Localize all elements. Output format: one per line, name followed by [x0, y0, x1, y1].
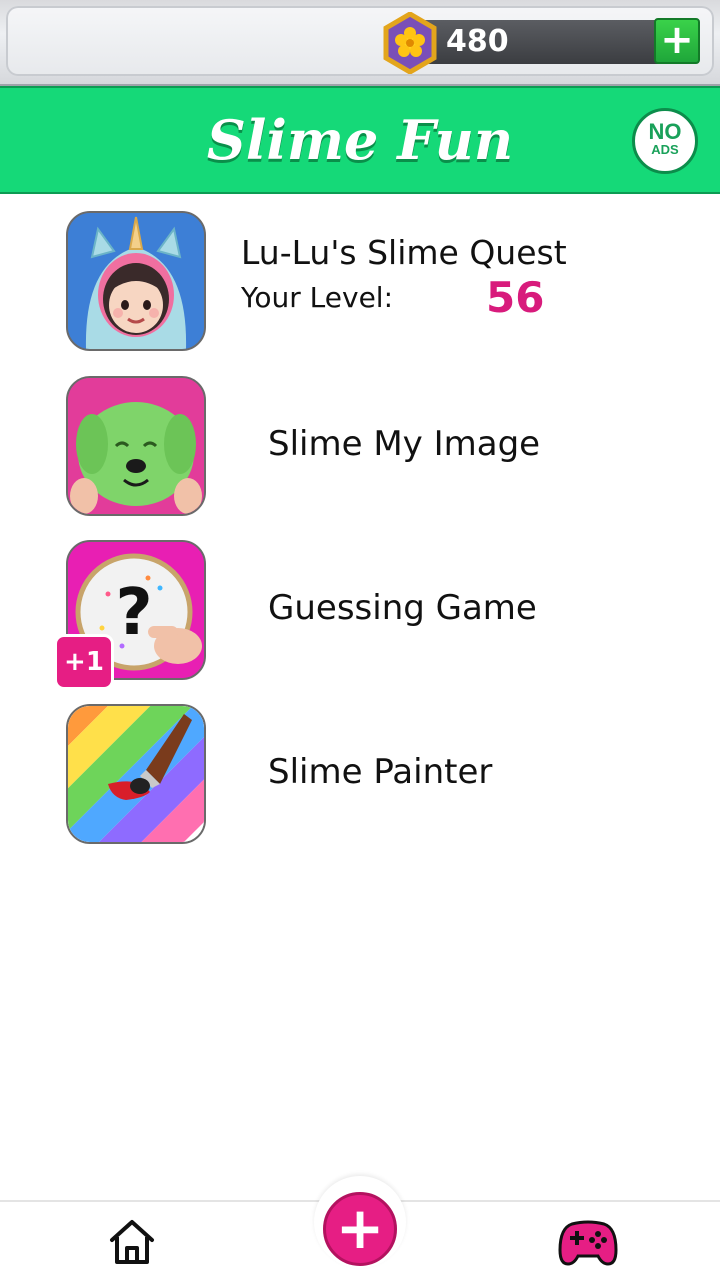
slime-quest-thumbnail — [66, 211, 206, 351]
slime-my-image-label: Slime My Image — [268, 424, 541, 464]
slime-quest-title: Lu-Lu's Slime Quest — [241, 233, 567, 272]
slime-my-image-thumbnail — [66, 376, 206, 516]
no-ads-label-top: NO — [648, 119, 682, 144]
app-header: Slime Fun NO ADS — [0, 86, 720, 194]
level-value: 56 — [486, 273, 545, 322]
no-ads-button[interactable]: NO ADS — [632, 108, 698, 174]
list-item-slime-painter[interactable]: Slime Painter — [0, 704, 720, 854]
new-count-badge: +1 — [54, 634, 114, 690]
no-ads-label-bottom: ADS — [651, 142, 679, 157]
home-icon[interactable] — [108, 1218, 156, 1266]
currency-amount: 480 — [446, 24, 509, 59]
list-item-guessing-game[interactable]: ? +1 Guessing Game — [0, 540, 720, 690]
paintbrush-rainbow-icon — [68, 706, 204, 842]
guessing-game-label: Guessing Game — [268, 588, 537, 628]
slime-painter-label: Slime Painter — [268, 752, 493, 792]
svg-text:?: ? — [115, 576, 152, 650]
slime-painter-thumbnail — [66, 704, 206, 844]
gamepad-icon[interactable] — [558, 1220, 618, 1266]
unicorn-girl-icon — [68, 213, 204, 349]
add-currency-button[interactable]: + — [654, 18, 700, 64]
list-item-slime-quest[interactable]: Lu-Lu's Slime Quest Your Level: 56 — [0, 211, 720, 361]
list-item-slime-my-image[interactable]: Slime My Image — [0, 376, 720, 526]
create-button[interactable]: + — [323, 1192, 397, 1266]
coin-icon — [383, 12, 437, 74]
level-label: Your Level: — [241, 281, 394, 314]
page-title: Slime Fun — [206, 108, 514, 172]
slime-dog-icon — [68, 378, 204, 514]
